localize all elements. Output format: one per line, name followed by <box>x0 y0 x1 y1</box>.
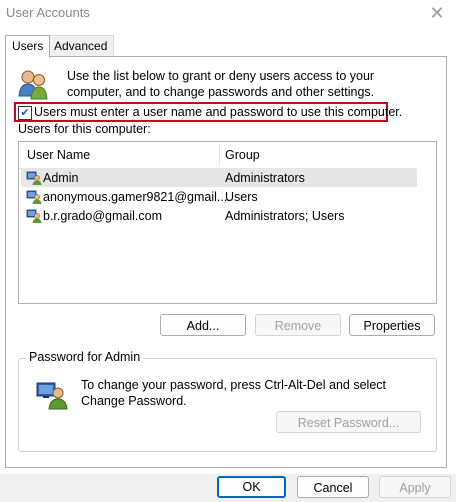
user-group-cell: Administrators <box>225 171 305 185</box>
list-header: User Name Group <box>19 142 416 169</box>
column-header-user-name[interactable]: User Name <box>27 148 90 162</box>
apply-button[interactable]: Apply <box>379 476 451 498</box>
password-group-title: Password for Admin <box>26 350 144 364</box>
checkmark-icon[interactable]: ✔ <box>18 106 32 120</box>
properties-button[interactable]: Properties <box>349 314 435 336</box>
user-name-cell: b.r.grado@gmail.com <box>43 209 162 223</box>
users-list-label: Users for this computer: <box>18 122 151 136</box>
column-divider <box>219 144 220 166</box>
user-name-cell: anonymous.gamer9821@gmail.... <box>43 190 231 204</box>
column-header-group[interactable]: Group <box>225 148 260 162</box>
intro-text: Use the list below to grant or deny user… <box>67 69 375 99</box>
users-group-icon <box>18 70 48 100</box>
ok-button[interactable]: OK <box>217 476 286 498</box>
table-row[interactable]: anonymous.gamer9821@gmail.... Users <box>21 188 417 206</box>
reset-password-button[interactable]: Reset Password... <box>276 411 421 433</box>
tab-advanced[interactable]: Advanced <box>47 35 115 56</box>
user-group-cell: Users <box>225 190 258 204</box>
require-login-label: Users must enter a user name and passwor… <box>34 105 403 119</box>
remove-button[interactable]: Remove <box>255 314 341 336</box>
tab-users[interactable]: Users <box>5 35 51 58</box>
user-name-cell: Admin <box>43 171 79 185</box>
table-row[interactable]: b.r.grado@gmail.com Administrators; User… <box>21 207 417 225</box>
add-button[interactable]: Add... <box>160 314 246 336</box>
user-icon <box>26 209 42 223</box>
table-row[interactable]: Admin Administrators <box>21 169 417 187</box>
admin-user-icon <box>36 382 68 410</box>
user-icon <box>26 171 42 185</box>
password-help-text: To change your password, press Ctrl-Alt-… <box>81 378 386 408</box>
window-title: User Accounts <box>6 5 90 20</box>
users-list[interactable]: User Name Group Admin Administrators ano… <box>18 141 437 304</box>
user-group-cell: Administrators; Users <box>225 209 345 223</box>
close-icon[interactable]: ✕ <box>426 2 448 24</box>
user-icon <box>26 190 42 204</box>
require-login-checkbox-row[interactable]: ✔ Users must enter a user name and passw… <box>14 102 402 122</box>
cancel-button[interactable]: Cancel <box>297 476 369 498</box>
title-bar: User Accounts ✕ <box>0 0 456 28</box>
